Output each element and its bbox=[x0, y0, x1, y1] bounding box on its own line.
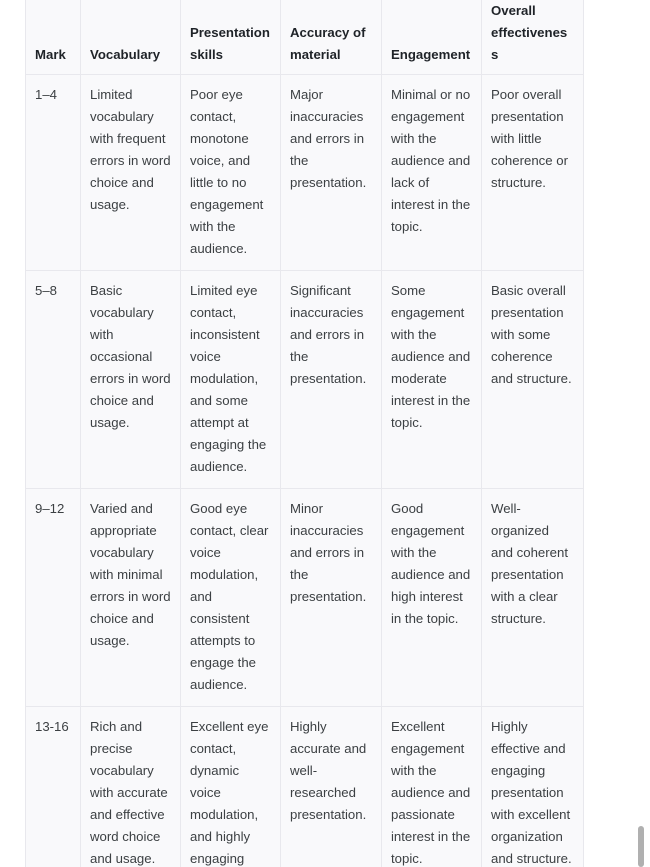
cell-engagement: Excellent engagement with the audience a… bbox=[381, 706, 482, 867]
cell-mark: 9–12 bbox=[25, 488, 81, 707]
cell-presentation-skills: Limited eye contact, inconsistent voice … bbox=[180, 270, 281, 489]
cell-presentation-skills: Excellent eye contact, dynamic voice mod… bbox=[180, 706, 281, 867]
cell-vocabulary: Limited vocabulary with frequent errors … bbox=[80, 74, 181, 271]
cell-accuracy-of-material: Significant inaccuracies and errors in t… bbox=[280, 270, 382, 489]
document-viewport: Mark Vocabulary Presentation skills Accu… bbox=[0, 0, 650, 867]
cell-accuracy-of-material: Major inaccuracies and errors in the pre… bbox=[280, 74, 382, 271]
table-header-row: Mark Vocabulary Presentation skills Accu… bbox=[25, 0, 584, 75]
table-row: 13-16 Rich and precise vocabulary with a… bbox=[25, 706, 584, 867]
cell-overall-effectiveness: Poor overall presentation with little co… bbox=[481, 74, 584, 271]
cell-vocabulary: Basic vocabulary with occasional errors … bbox=[80, 270, 181, 489]
cell-overall-effectiveness: Highly effective and engaging presentati… bbox=[481, 706, 584, 867]
table-row: 9–12 Varied and appropriate vocabulary w… bbox=[25, 488, 584, 707]
column-header-presentation-skills: Presentation skills bbox=[180, 0, 281, 75]
cell-vocabulary: Rich and precise vocabulary with accurat… bbox=[80, 706, 181, 867]
cell-overall-effectiveness: Basic overall presentation with some coh… bbox=[481, 270, 584, 489]
cell-presentation-skills: Poor eye contact, monotone voice, and li… bbox=[180, 74, 281, 271]
table-head: Mark Vocabulary Presentation skills Accu… bbox=[25, 0, 584, 75]
cell-engagement: Good engagement with the audience and hi… bbox=[381, 488, 482, 707]
column-header-accuracy-of-material: Accuracy of material bbox=[280, 0, 382, 75]
vertical-scrollbar[interactable] bbox=[638, 0, 644, 867]
cell-engagement: Minimal or no engagement with the audien… bbox=[381, 74, 482, 271]
cell-accuracy-of-material: Highly accurate and well-researched pres… bbox=[280, 706, 382, 867]
table-row: 5–8 Basic vocabulary with occasional err… bbox=[25, 270, 584, 489]
table-row: 1–4 Limited vocabulary with frequent err… bbox=[25, 74, 584, 271]
cell-presentation-skills: Good eye contact, clear voice modulation… bbox=[180, 488, 281, 707]
rubric-table: Mark Vocabulary Presentation skills Accu… bbox=[25, 0, 584, 867]
scrollbar-thumb[interactable] bbox=[638, 826, 644, 867]
column-header-overall-effectiveness: Overall effectiveness bbox=[481, 0, 584, 75]
cell-mark: 1–4 bbox=[25, 74, 81, 271]
cell-engagement: Some engagement with the audience and mo… bbox=[381, 270, 482, 489]
column-header-engagement: Engagement bbox=[381, 0, 482, 75]
cell-mark: 5–8 bbox=[25, 270, 81, 489]
cell-mark: 13-16 bbox=[25, 706, 81, 867]
column-header-mark: Mark bbox=[25, 0, 81, 75]
column-header-vocabulary: Vocabulary bbox=[80, 0, 181, 75]
cell-vocabulary: Varied and appropriate vocabulary with m… bbox=[80, 488, 181, 707]
rubric-table-container: Mark Vocabulary Presentation skills Accu… bbox=[25, 0, 584, 867]
cell-overall-effectiveness: Well-organized and coherent presentation… bbox=[481, 488, 584, 707]
table-body: 1–4 Limited vocabulary with frequent err… bbox=[25, 74, 584, 867]
cell-accuracy-of-material: Minor inaccuracies and errors in the pre… bbox=[280, 488, 382, 707]
